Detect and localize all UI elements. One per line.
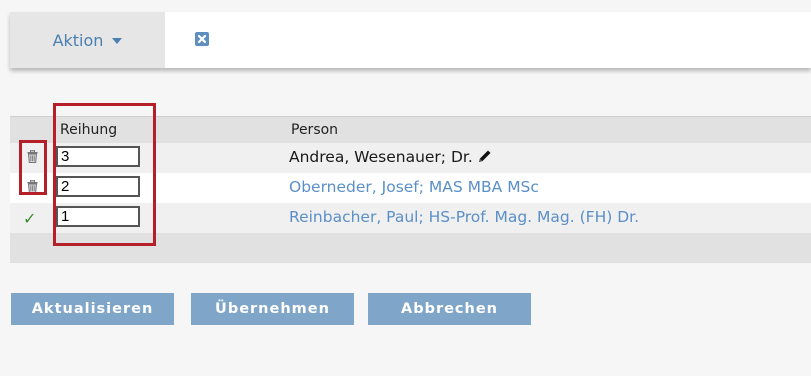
pencil-icon[interactable]: [477, 148, 493, 168]
update-button[interactable]: Aktualisieren: [11, 293, 174, 325]
check-icon: ✓: [23, 209, 37, 228]
action-dropdown-label: Aktion: [52, 30, 104, 50]
action-dropdown-button[interactable]: Aktion: [10, 12, 165, 68]
apply-button[interactable]: Übernehmen: [191, 293, 354, 325]
person-name-text: Andrea, Wesenauer; Dr.: [289, 148, 473, 166]
person-name: Andrea, Wesenauer; Dr.: [289, 148, 493, 168]
highlight-box-delete-icons: [19, 140, 47, 195]
toolbar: Aktion: [10, 12, 811, 68]
close-x-icon[interactable]: [195, 32, 209, 46]
cancel-button[interactable]: Abbrechen: [368, 293, 531, 325]
caret-down-icon: [112, 38, 123, 44]
top-strip: [0, 0, 811, 6]
person-link[interactable]: Reinbacher, Paul; HS-Prof. Mag. Mag. (FH…: [289, 208, 639, 226]
person-link[interactable]: Oberneder, Josef; MAS MBA MSc: [289, 178, 539, 196]
column-header-person: Person: [291, 122, 339, 138]
highlight-box-order-column: [53, 103, 156, 246]
